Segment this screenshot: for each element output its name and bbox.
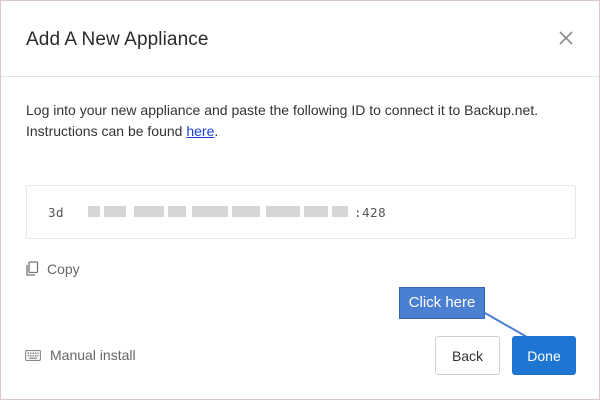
appliance-id-prefix: 3d: [48, 205, 65, 220]
dialog-header: Add A New Appliance: [1, 1, 599, 77]
close-icon: [559, 31, 573, 45]
keyboard-icon: [25, 349, 41, 361]
copy-label: Copy: [47, 261, 80, 277]
add-appliance-dialog: Add A New Appliance Log into your new ap…: [0, 0, 600, 400]
instructions-line2-suffix: .: [214, 123, 219, 139]
click-here-callout: Click here: [399, 287, 485, 319]
appliance-id-box[interactable]: 3d :428: [26, 185, 576, 239]
appliance-id-suffix: :428: [354, 205, 387, 220]
close-button[interactable]: [553, 25, 579, 51]
instructions-line1: Log into your new appliance and paste th…: [26, 102, 539, 118]
dialog-title: Add A New Appliance: [26, 29, 209, 50]
instructions-text: Log into your new appliance and paste th…: [26, 100, 586, 142]
manual-install-link[interactable]: Manual install: [25, 345, 136, 365]
appliance-id-redaction: [88, 203, 350, 220]
copy-icon: [26, 261, 39, 276]
done-button[interactable]: Done: [512, 336, 576, 375]
back-button[interactable]: Back: [435, 336, 500, 375]
manual-install-label: Manual install: [50, 347, 136, 363]
instructions-link[interactable]: here: [186, 123, 214, 139]
copy-button[interactable]: Copy: [25, 259, 80, 279]
instructions-line2-prefix: Instructions can be found: [26, 123, 187, 139]
